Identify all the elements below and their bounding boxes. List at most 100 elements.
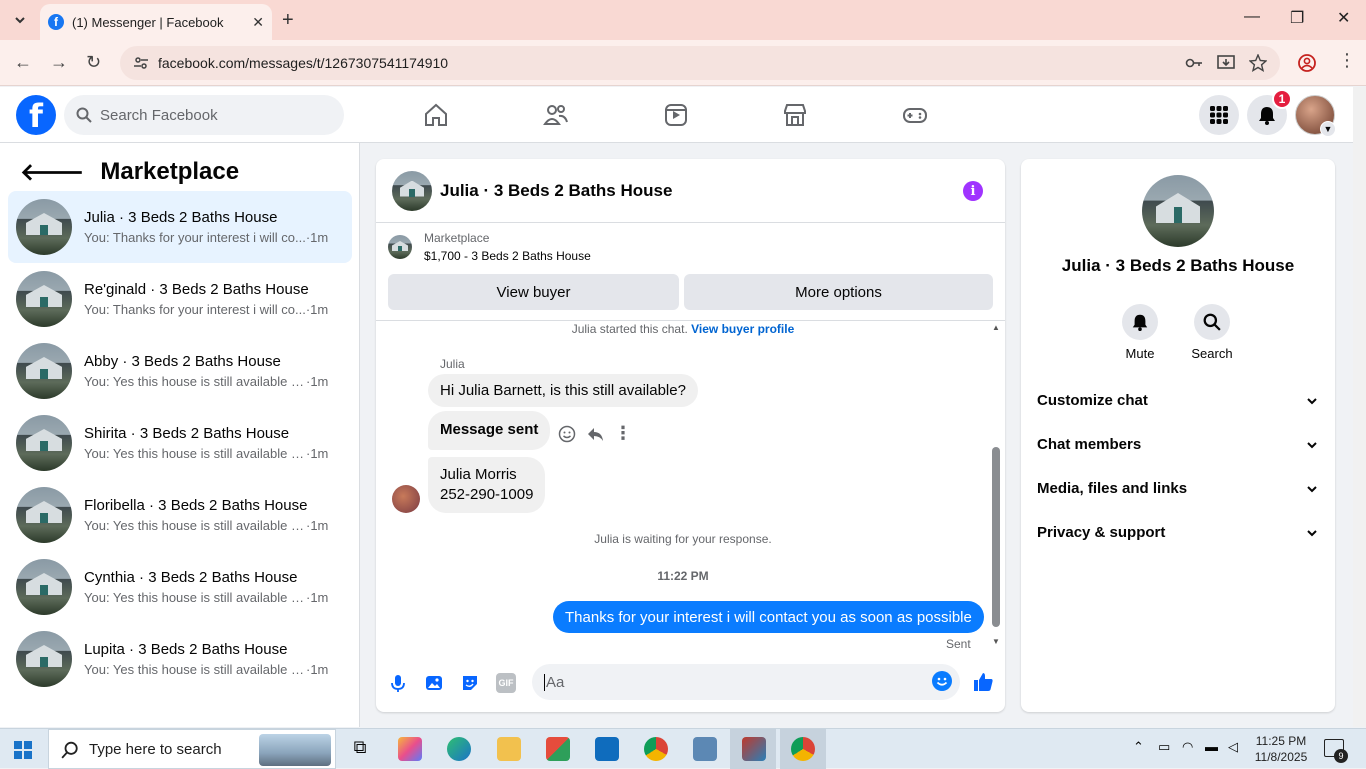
chat-scrollbar[interactable]: ▲ ▼ <box>990 321 1002 651</box>
sticker-icon[interactable] <box>460 673 480 693</box>
wifi-icon[interactable]: ◠ <box>1182 739 1193 755</box>
taskbar-search-box[interactable]: Type here to search <box>48 729 336 769</box>
chrome-icon[interactable] <box>791 737 815 761</box>
search-icon <box>76 107 92 123</box>
conversation-item[interactable]: Abby · 3 Beds 2 Baths House You: Yes this… <box>8 335 352 407</box>
listing-thumbnail <box>16 631 72 687</box>
chevron-down-icon <box>1307 397 1317 404</box>
reply-icon[interactable] <box>586 425 604 443</box>
conversation-item[interactable]: Lupita · 3 Beds 2 Baths House You: Yes th… <box>8 623 352 695</box>
chrome-profile-icon[interactable] <box>644 737 668 761</box>
chat-avatar[interactable] <box>392 170 432 211</box>
conversation-time: ·1m <box>306 374 329 389</box>
facebook-logo-icon[interactable]: f <box>16 95 56 135</box>
site-settings-icon[interactable] <box>132 54 150 72</box>
sender-avatar[interactable] <box>392 485 420 513</box>
thumbs-up-icon[interactable] <box>972 671 994 693</box>
battery-icon[interactable]: ▬ <box>1205 739 1218 754</box>
profile-icon[interactable] <box>1298 54 1316 72</box>
scrollbar-thumb[interactable] <box>992 447 1000 627</box>
install-app-icon[interactable] <box>1217 54 1235 72</box>
view-buyer-button[interactable]: View buyer <box>388 274 679 310</box>
windows-taskbar: Type here to search ⧉ ⌃ ▭ ◠ ▬ ◁ 11:25 PM… <box>0 728 1366 769</box>
input-placeholder: Aa <box>544 673 565 691</box>
home-icon[interactable] <box>423 102 449 128</box>
task-view-icon[interactable]: ⧉ <box>348 737 372 761</box>
photo-icon[interactable] <box>424 673 444 693</box>
scroll-up-icon[interactable]: ▲ <box>992 323 1000 332</box>
copilot-icon[interactable] <box>398 737 422 761</box>
show-hidden-icons-chevron-icon[interactable]: ⌃ <box>1133 739 1144 755</box>
incoming-message[interactable]: Julia Morris 252-290-1009 <box>428 457 546 513</box>
page-scrollbar[interactable] <box>1353 87 1366 727</box>
reload-button[interactable]: ↻ <box>86 52 101 73</box>
password-key-icon[interactable] <box>1185 54 1203 72</box>
customize-chat-section[interactable]: Customize chat <box>1037 392 1319 409</box>
browser-tab-messenger[interactable]: f (1) Messenger | Facebook ✕ <box>40 4 272 40</box>
new-tab-button[interactable]: + <box>282 9 294 32</box>
edge-icon[interactable] <box>447 737 471 761</box>
view-buyer-profile-link[interactable]: View buyer profile <box>691 322 794 336</box>
meet-now-icon[interactable]: ▭ <box>1158 739 1170 755</box>
search-label: Search <box>1191 346 1233 361</box>
media-files-links-section[interactable]: Media, files and links <box>1037 480 1319 497</box>
listing-thumbnail <box>16 415 72 471</box>
bookmark-star-icon[interactable] <box>1249 54 1267 72</box>
gaming-icon[interactable] <box>902 102 928 128</box>
emoji-icon[interactable] <box>932 671 952 691</box>
react-emoji-icon[interactable] <box>558 425 576 443</box>
forward-button[interactable]: → <box>50 52 68 73</box>
menu-grid-button[interactable] <box>1199 95 1239 135</box>
volume-icon[interactable]: ◁ <box>1228 739 1238 755</box>
tab-search-button[interactable] <box>8 8 32 32</box>
browser-toolbar: ← → ↻ facebook.com/messages/t/1267307541… <box>0 40 1366 86</box>
friends-icon[interactable] <box>543 102 569 128</box>
remote-desktop-icon[interactable] <box>693 737 717 761</box>
message-composer: GIF Aa <box>376 663 1005 703</box>
incoming-message[interactable]: Message sent <box>428 411 551 450</box>
file-explorer-icon[interactable] <box>497 737 521 761</box>
outgoing-message[interactable]: Thanks for your interest i will contact … <box>553 601 984 633</box>
chat-profile-photo[interactable] <box>1142 175 1214 247</box>
conversation-item[interactable]: Cynthia · 3 Beds 2 Baths House You: Yes t… <box>8 551 352 623</box>
outlook-icon[interactable] <box>595 737 619 761</box>
store-icon[interactable] <box>546 737 570 761</box>
mute-button[interactable]: Mute <box>1110 304 1170 361</box>
back-arrow-icon[interactable]: 🡐 <box>20 157 84 187</box>
chat-title[interactable]: Julia · 3 Beds 2 Baths House <box>440 181 672 201</box>
chevron-down-icon[interactable]: ▼ <box>1320 121 1336 137</box>
windows-start-icon[interactable] <box>14 741 32 759</box>
more-options-button[interactable]: More options <box>684 274 993 310</box>
restore-button[interactable]: ❐ <box>1290 8 1304 28</box>
taskbar-clock[interactable]: 11:25 PM 11/8/2025 <box>1253 733 1309 765</box>
conversation-name: Lupita · 3 Beds 2 Baths House <box>84 641 288 658</box>
gif-icon[interactable]: GIF <box>496 673 516 693</box>
listing-summary[interactable]: Marketplace $1,700 - 3 Beds 2 Baths Hous… <box>388 231 591 263</box>
message-input[interactable]: Aa <box>532 664 960 700</box>
more-vertical-icon[interactable]: ⋮ <box>614 423 632 444</box>
conversation-item[interactable]: Shirita · 3 Beds 2 Baths House You: Yes t… <box>8 407 352 479</box>
privacy-support-section[interactable]: Privacy & support <box>1037 524 1319 541</box>
microphone-icon[interactable] <box>388 673 408 693</box>
listing-thumbnail <box>388 235 412 259</box>
info-icon[interactable]: i <box>963 181 983 201</box>
close-window-button[interactable]: ✕ <box>1337 8 1350 28</box>
scroll-down-icon[interactable]: ▼ <box>992 637 1000 646</box>
marketplace-icon[interactable] <box>782 102 808 128</box>
bell-icon <box>1132 314 1148 331</box>
browser-menu-icon[interactable]: ⋮ <box>1338 50 1356 71</box>
pinned-app-icon[interactable] <box>742 737 766 761</box>
close-tab-icon[interactable]: ✕ <box>252 14 264 31</box>
search-in-chat-button[interactable]: Search <box>1182 304 1242 361</box>
conversation-item[interactable]: Floribella · 3 Beds 2 Baths House You: Ye… <box>8 479 352 551</box>
conversation-item[interactable]: Julia · 3 Beds 2 Baths House You: Thanks … <box>8 191 352 263</box>
chat-members-section[interactable]: Chat members <box>1037 436 1319 453</box>
address-bar[interactable]: facebook.com/messages/t/1267307541174910 <box>120 46 1280 80</box>
conversation-item[interactable]: Re'ginald · 3 Beds 2 Baths House You: Tha… <box>8 263 352 335</box>
back-button[interactable]: ← <box>14 52 32 73</box>
url-text: facebook.com/messages/t/1267307541174910 <box>158 55 449 71</box>
incoming-message[interactable]: Hi Julia Barnett, is this still availabl… <box>428 374 698 407</box>
minimize-button[interactable]: — <box>1244 8 1260 26</box>
facebook-search-input[interactable]: Search Facebook <box>64 95 344 135</box>
video-icon[interactable] <box>663 102 689 128</box>
